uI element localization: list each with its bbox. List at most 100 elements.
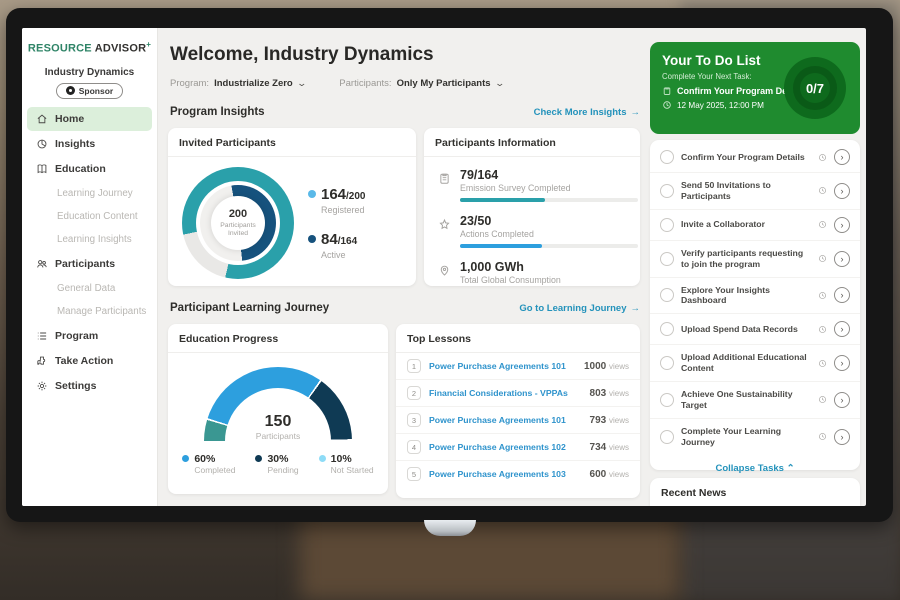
task-row: Achieve One Sustainability Target › (650, 382, 860, 419)
todo-task-list: Confirm Your Program Details › Send 50 I… (650, 140, 860, 470)
task-checkbox[interactable] (660, 430, 674, 444)
task-go-button[interactable]: › (834, 251, 850, 267)
task-go-button[interactable]: › (834, 355, 850, 371)
sidebar-item-learning-insights[interactable]: Learning Insights (27, 228, 152, 251)
page-title: Welcome, Industry Dynamics (170, 44, 434, 66)
sidebar-item-education-content[interactable]: Education Content (27, 205, 152, 228)
sponsor-badge: Sponsor (56, 83, 123, 99)
task-checkbox[interactable] (660, 218, 674, 232)
task-clock-icon (818, 432, 827, 441)
task-go-button[interactable]: › (834, 149, 850, 165)
task-row: Explore Your Insights Dashboard › (650, 278, 860, 315)
emission-progress-bar (460, 198, 545, 202)
task-checkbox[interactable] (660, 252, 674, 266)
gauge-legend: 60% Completed 30% Pending 10% Not Starte… (182, 453, 373, 475)
task-checkbox[interactable] (660, 288, 674, 302)
book-icon (36, 163, 48, 175)
sidebar-item-insights[interactable]: Insights (27, 132, 152, 156)
consumption-row: 1,000 GWh Total Global Consumption (436, 255, 628, 286)
arrow-right-icon: → (631, 303, 641, 314)
home-icon (36, 113, 48, 125)
lesson-row: 1 Power Purchase Agreements 101 1000 vie… (396, 353, 640, 380)
todo-summary-card: Your To Do List Complete Your Next Task:… (650, 42, 860, 134)
sidebar-item-take-action[interactable]: Take Action (27, 349, 152, 373)
task-checkbox[interactable] (660, 356, 674, 370)
sidebar-item-manage-participants[interactable]: Manage Participants (27, 300, 152, 323)
emission-survey-row: 79/164 Emission Survey Completed (436, 163, 628, 209)
lesson-link[interactable]: Power Purchase Agreements 101 (429, 361, 576, 371)
lesson-link[interactable]: Power Purchase Agreements 101 (429, 415, 582, 425)
pending-legend-item: 30% Pending (255, 453, 298, 475)
lesson-row: 3 Power Purchase Agreements 101 793 view… (396, 407, 640, 434)
task-go-button[interactable]: › (834, 429, 850, 445)
org-name: Industry Dynamics (22, 67, 157, 78)
completed-legend-item: 60% Completed (182, 453, 235, 475)
sidebar-item-general-data[interactable]: General Data (27, 277, 152, 300)
lesson-link[interactable]: Power Purchase Agreements 103 (429, 469, 582, 479)
actions-completed-row: 23/50 Actions Completed (436, 209, 628, 255)
sidebar-nav: Home Insights Education Learning Journey… (22, 107, 157, 398)
app-logo: RESOURCE ADVISOR+ (22, 36, 157, 63)
active-dot (308, 235, 316, 243)
program-filter[interactable]: Program: Industrialize Zero ⌄ (170, 78, 305, 89)
task-go-button[interactable]: › (834, 183, 850, 199)
sidebar-item-program[interactable]: Program (27, 324, 152, 348)
task-checkbox[interactable] (660, 393, 674, 407)
task-checkbox[interactable] (660, 150, 674, 164)
task-clock-icon (818, 395, 827, 404)
check-more-insights-link[interactable]: Check More Insights → (534, 107, 640, 118)
pending-dot (255, 455, 262, 462)
program-insights-header: Program Insights Check More Insights → (170, 106, 640, 118)
task-row: Complete Your Learning Journey › (650, 419, 860, 455)
task-clock-icon (818, 254, 827, 263)
task-clock-icon (818, 220, 827, 229)
lesson-row: 5 Power Purchase Agreements 103 600 view… (396, 461, 640, 487)
clipboard-icon (662, 86, 672, 96)
clock-icon (662, 100, 672, 110)
sidebar-item-settings[interactable]: Settings (27, 374, 152, 398)
task-go-button[interactable]: › (834, 392, 850, 408)
task-checkbox[interactable] (660, 322, 674, 336)
registered-dot (308, 190, 316, 198)
sidebar-item-home[interactable]: Home (27, 107, 152, 131)
collapse-tasks-link[interactable]: Collapse Tasks ⌃ (650, 455, 860, 478)
chevron-down-icon[interactable]: ⌄ (296, 78, 307, 89)
participants-filter[interactable]: Participants: Only My Participants ⌄ (339, 78, 503, 89)
recent-news-card: Recent News (650, 478, 860, 506)
chevron-up-icon: ⌃ (787, 463, 795, 474)
sidebar-item-learning-journey[interactable]: Learning Journey (27, 182, 152, 205)
task-checkbox[interactable] (660, 184, 674, 198)
not-started-legend-item: 10% Not Started (319, 453, 374, 475)
lesson-link[interactable]: Financial Considerations - VPPAs (429, 388, 582, 398)
sponsor-icon (66, 86, 75, 95)
completed-dot (182, 455, 189, 462)
not-started-dot (319, 455, 326, 462)
task-go-button[interactable]: › (834, 287, 850, 303)
task-go-button[interactable]: › (834, 217, 850, 233)
actions-icon (438, 218, 451, 236)
task-row: Verify participants requesting to join t… (650, 241, 860, 278)
task-clock-icon (818, 325, 827, 334)
monitor-stand (424, 520, 476, 536)
sidebar-item-education[interactable]: Education (27, 157, 152, 181)
sidebar: RESOURCE ADVISOR+ Industry Dynamics Spon… (22, 28, 158, 506)
participants-information-card: Participants Information 79/164 Emission… (424, 128, 640, 286)
task-row: Confirm Your Program Details › (650, 142, 860, 173)
lesson-row: 4 Power Purchase Agreements 102 734 view… (396, 434, 640, 461)
invited-participants-card: Invited Participants 200 Participants In… (168, 128, 416, 286)
actions-progress-bar (460, 244, 542, 248)
people-icon (36, 258, 48, 270)
insights-icon (36, 138, 48, 150)
go-to-learning-journey-link[interactable]: Go to Learning Journey → (519, 303, 640, 314)
task-row: Invite a Collaborator › (650, 210, 860, 241)
sidebar-item-participants[interactable]: Participants (27, 252, 152, 276)
active-legend-item: 84/164 Active (308, 231, 366, 260)
location-pin-icon (438, 264, 451, 282)
lesson-row: 2 Financial Considerations - VPPAs 803 v… (396, 380, 640, 407)
task-clock-icon (818, 359, 827, 368)
puzzle-icon (36, 355, 48, 367)
chevron-down-icon[interactable]: ⌄ (494, 78, 505, 89)
task-go-button[interactable]: › (834, 321, 850, 337)
main-content: Welcome, Industry Dynamics Program: Indu… (158, 28, 866, 506)
lesson-link[interactable]: Power Purchase Agreements 102 (429, 442, 582, 452)
